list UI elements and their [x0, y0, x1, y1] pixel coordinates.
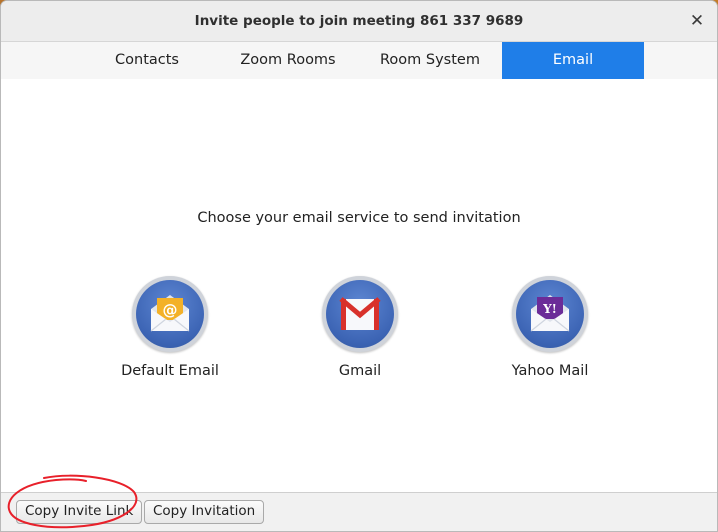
default-email-envelope-icon: @: [150, 295, 190, 332]
yahoo-mail-option[interactable]: Y! Yahoo Mail: [480, 276, 620, 379]
gmail-label: Gmail: [338, 363, 382, 379]
yahoo-mail-button[interactable]: Y!: [512, 276, 588, 352]
default-email-label: Default Email: [121, 363, 219, 379]
gmail-envelope-icon: [339, 297, 381, 330]
dialog-title: Invite people to join meeting 861 337 96…: [194, 13, 524, 29]
gmail-option[interactable]: Gmail: [290, 276, 430, 379]
yahoo-mail-label: Yahoo Mail: [511, 363, 589, 379]
svg-text:@: @: [163, 301, 178, 319]
close-icon[interactable]: ✕: [687, 11, 707, 31]
footer-bar: Copy Invite Link Copy Invitation: [1, 492, 717, 531]
tab-email[interactable]: Email: [502, 42, 644, 79]
copy-invite-link-button[interactable]: Copy Invite Link: [16, 500, 143, 524]
tab-zoom-rooms[interactable]: Zoom Rooms: [218, 42, 358, 79]
tab-contacts[interactable]: Contacts: [77, 42, 217, 79]
title-bar: Invite people to join meeting 861 337 96…: [1, 1, 717, 42]
tab-room-system[interactable]: Room System: [359, 42, 501, 79]
invite-dialog: Invite people to join meeting 861 337 96…: [0, 0, 718, 532]
svg-text:Y!: Y!: [542, 302, 557, 316]
yahoo-mail-envelope-icon: Y!: [530, 295, 570, 332]
default-email-option[interactable]: @ Default Email: [100, 276, 240, 379]
copy-invitation-button[interactable]: Copy Invitation: [144, 500, 265, 524]
gmail-button[interactable]: [322, 276, 398, 352]
default-email-button[interactable]: @: [132, 276, 208, 352]
email-service-prompt: Choose your email service to send invita…: [197, 210, 521, 226]
tab-bar: Contacts Zoom Rooms Room System Email: [1, 42, 717, 79]
